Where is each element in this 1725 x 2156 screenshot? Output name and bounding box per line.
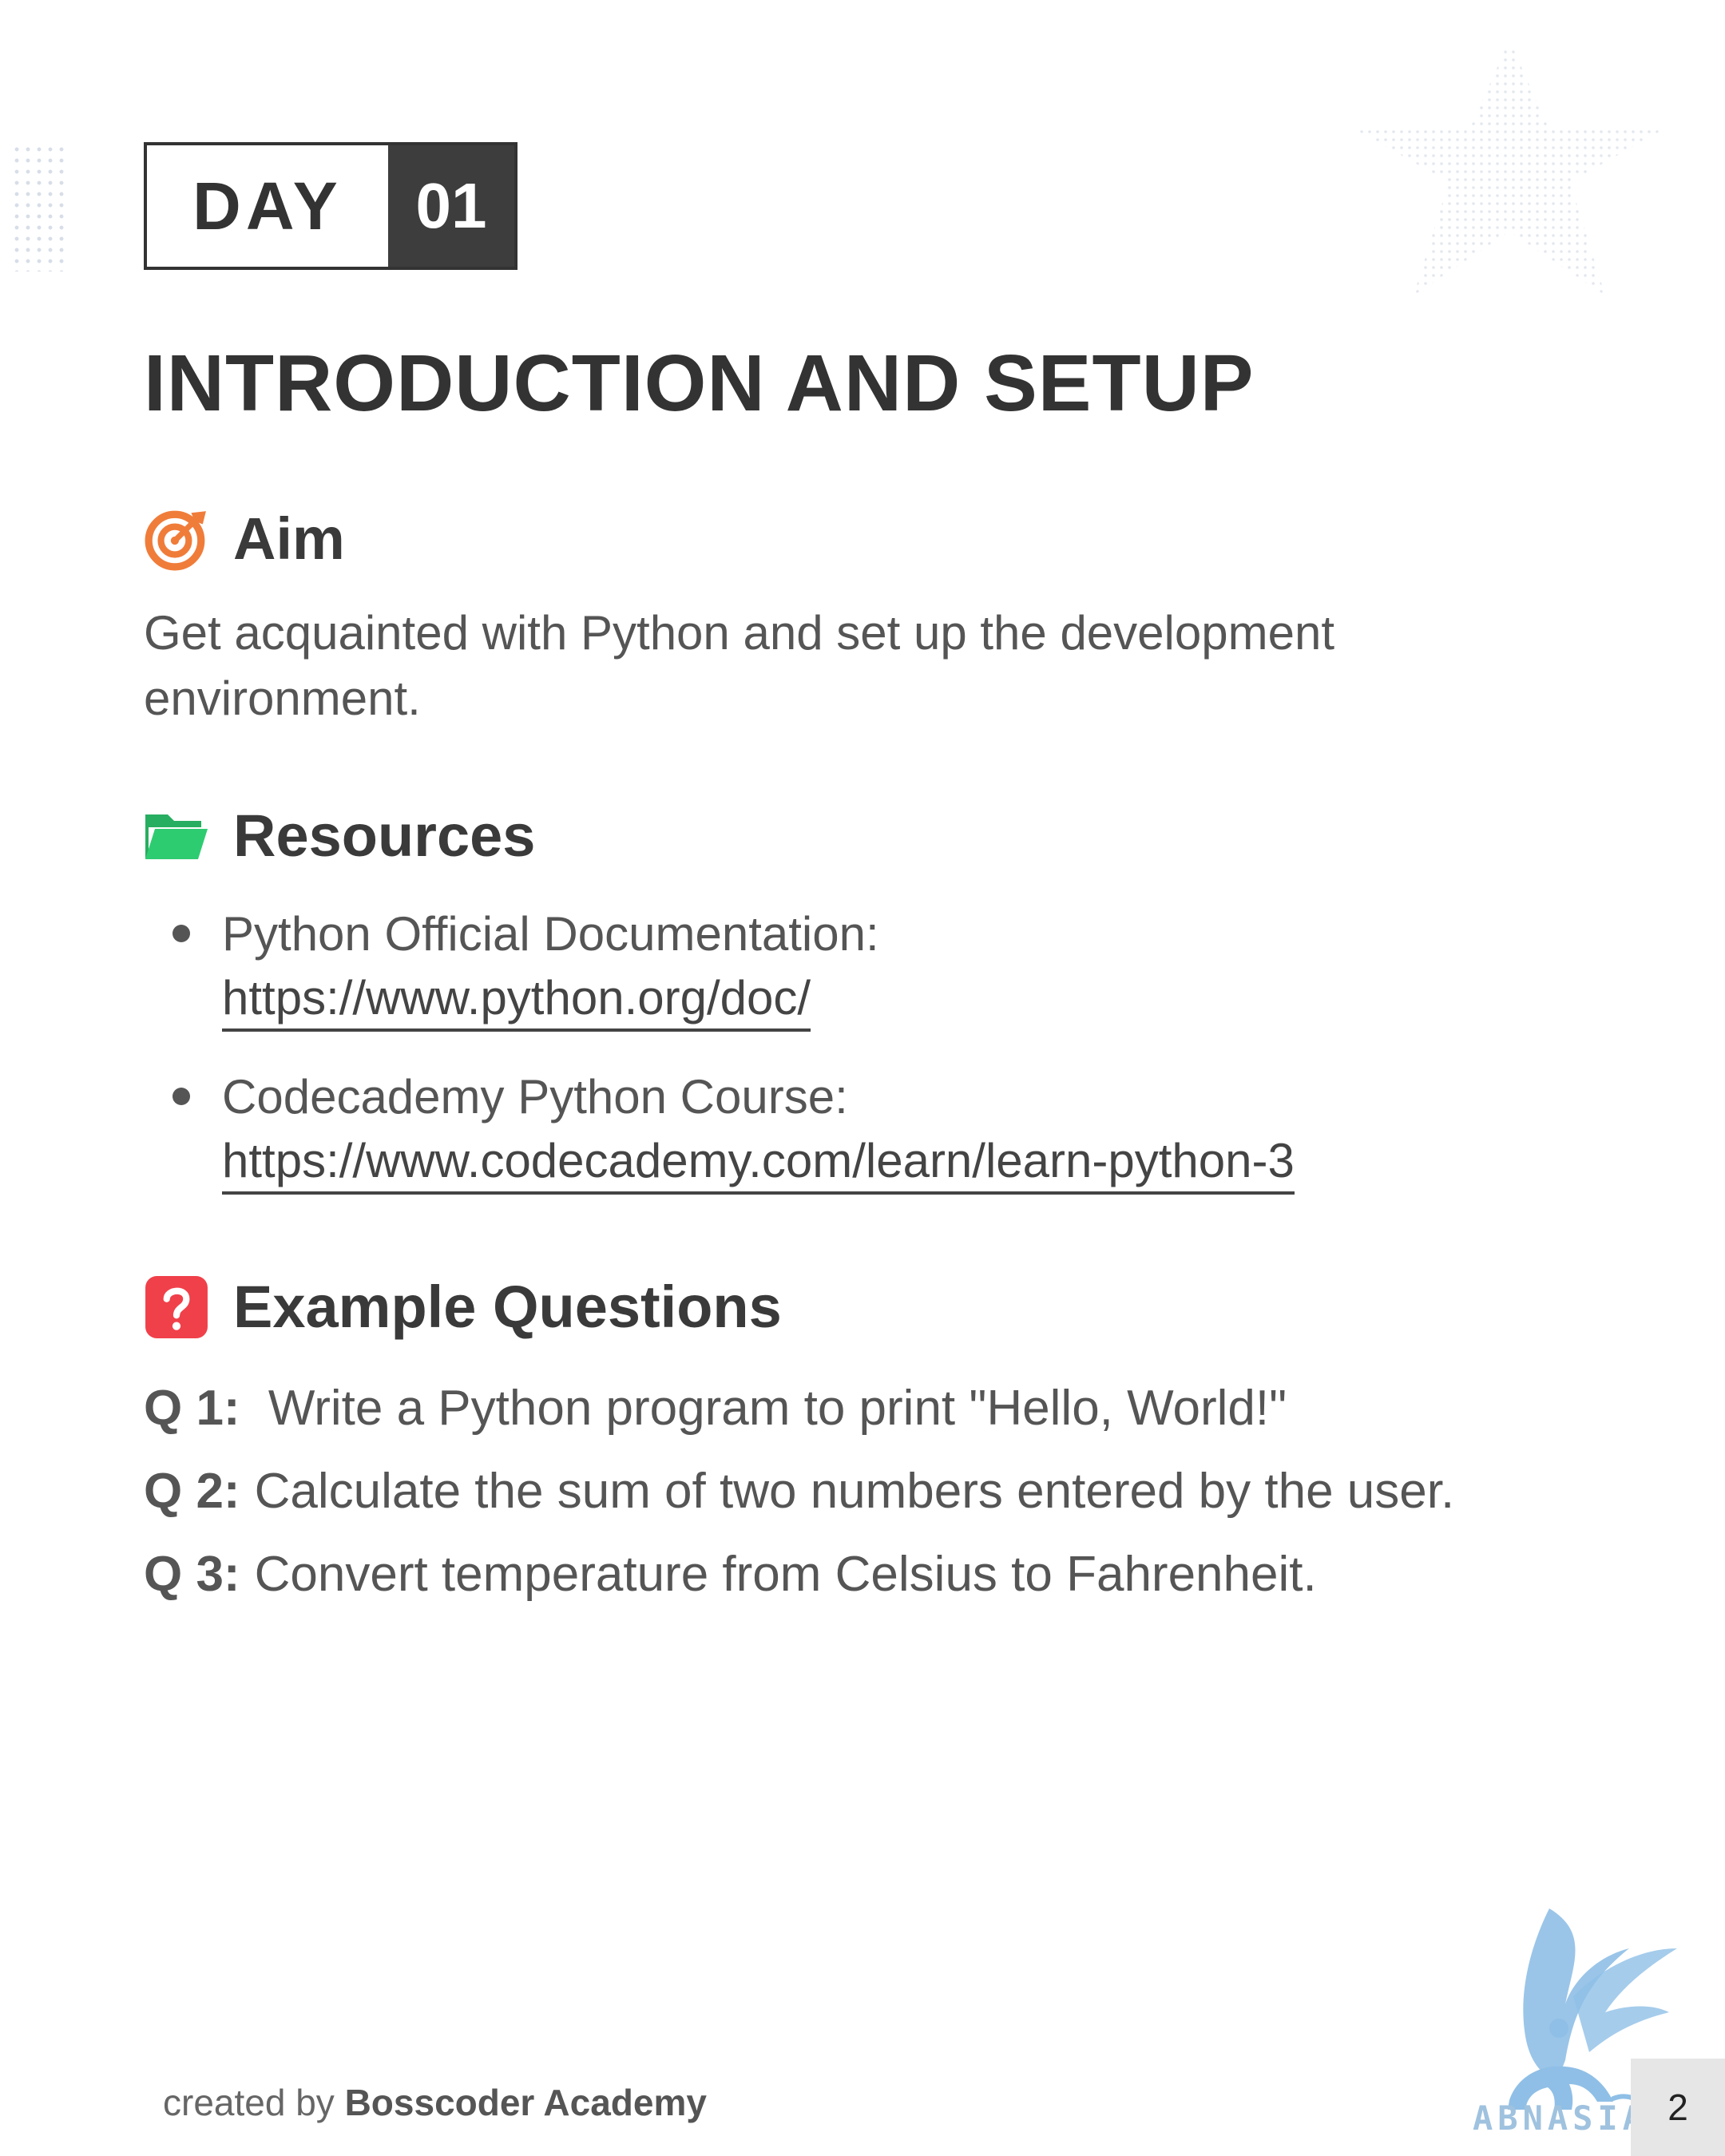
- resource-label: Codecademy Python Course:: [222, 1070, 848, 1124]
- footer-brand: Bosscoder Academy: [344, 2082, 707, 2123]
- questions-list: Q 1: Write a Python program to print "He…: [144, 1367, 1454, 1616]
- bullet: [172, 925, 190, 942]
- question-text: Calculate the sum of two numbers entered…: [254, 1464, 1455, 1519]
- folder-icon: [145, 814, 208, 859]
- questions-heading-row: Example Questions: [144, 1271, 782, 1343]
- day-label: DAY: [192, 168, 343, 244]
- question-item: Q 2: Calculate the sum of two numbers ent…: [144, 1450, 1454, 1533]
- question-label: Q 3:: [144, 1547, 240, 1602]
- questions-heading: Example Questions: [233, 1274, 782, 1340]
- target-icon: [145, 510, 206, 571]
- question-text: Write a Python program to print "Hello, …: [254, 1381, 1287, 1436]
- list-item: Codecademy Python Course: https://www.co…: [144, 1064, 1295, 1195]
- footer-credit: created by Bosscoder Academy: [163, 2081, 707, 2124]
- resources-heading-row: Resources: [144, 800, 535, 872]
- resources-list: Python Official Documentation: https://w…: [144, 901, 1295, 1227]
- bullet: [172, 1088, 190, 1105]
- question-item: Q 1: Write a Python program to print "He…: [144, 1367, 1454, 1450]
- question-item: Q 3: Convert temperature from Celsius to …: [144, 1533, 1454, 1616]
- resource-label: Python Official Documentation:: [222, 907, 879, 961]
- page-title: INTRODUCTION AND SETUP: [144, 339, 1255, 428]
- day-badge: DAY 01: [144, 142, 518, 270]
- resources-heading: Resources: [233, 803, 536, 869]
- question-label: Q 2:: [144, 1464, 240, 1519]
- footer-prefix: created by: [163, 2082, 335, 2123]
- resource-link-python-docs[interactable]: https://www.python.org/doc/: [222, 968, 811, 1032]
- resource-link-codecademy[interactable]: https://www.codecademy.com/learn/learn-p…: [222, 1131, 1295, 1195]
- question-label: Q 1:: [144, 1381, 240, 1436]
- aim-heading: Aim: [233, 505, 345, 572]
- aim-heading-row: Aim: [144, 503, 345, 575]
- decorative-dot-pattern: [11, 144, 64, 271]
- page-number: 2: [1631, 2059, 1725, 2156]
- question-text: Convert temperature from Celsius to Fahr…: [254, 1547, 1317, 1602]
- day-number: 01: [388, 145, 514, 267]
- question-icon: [145, 1276, 208, 1338]
- aim-text: Get acquainted with Python and set up th…: [144, 606, 1335, 725]
- list-item: Python Official Documentation: https://w…: [144, 901, 1295, 1032]
- decorative-star-pattern: [1350, 40, 1669, 295]
